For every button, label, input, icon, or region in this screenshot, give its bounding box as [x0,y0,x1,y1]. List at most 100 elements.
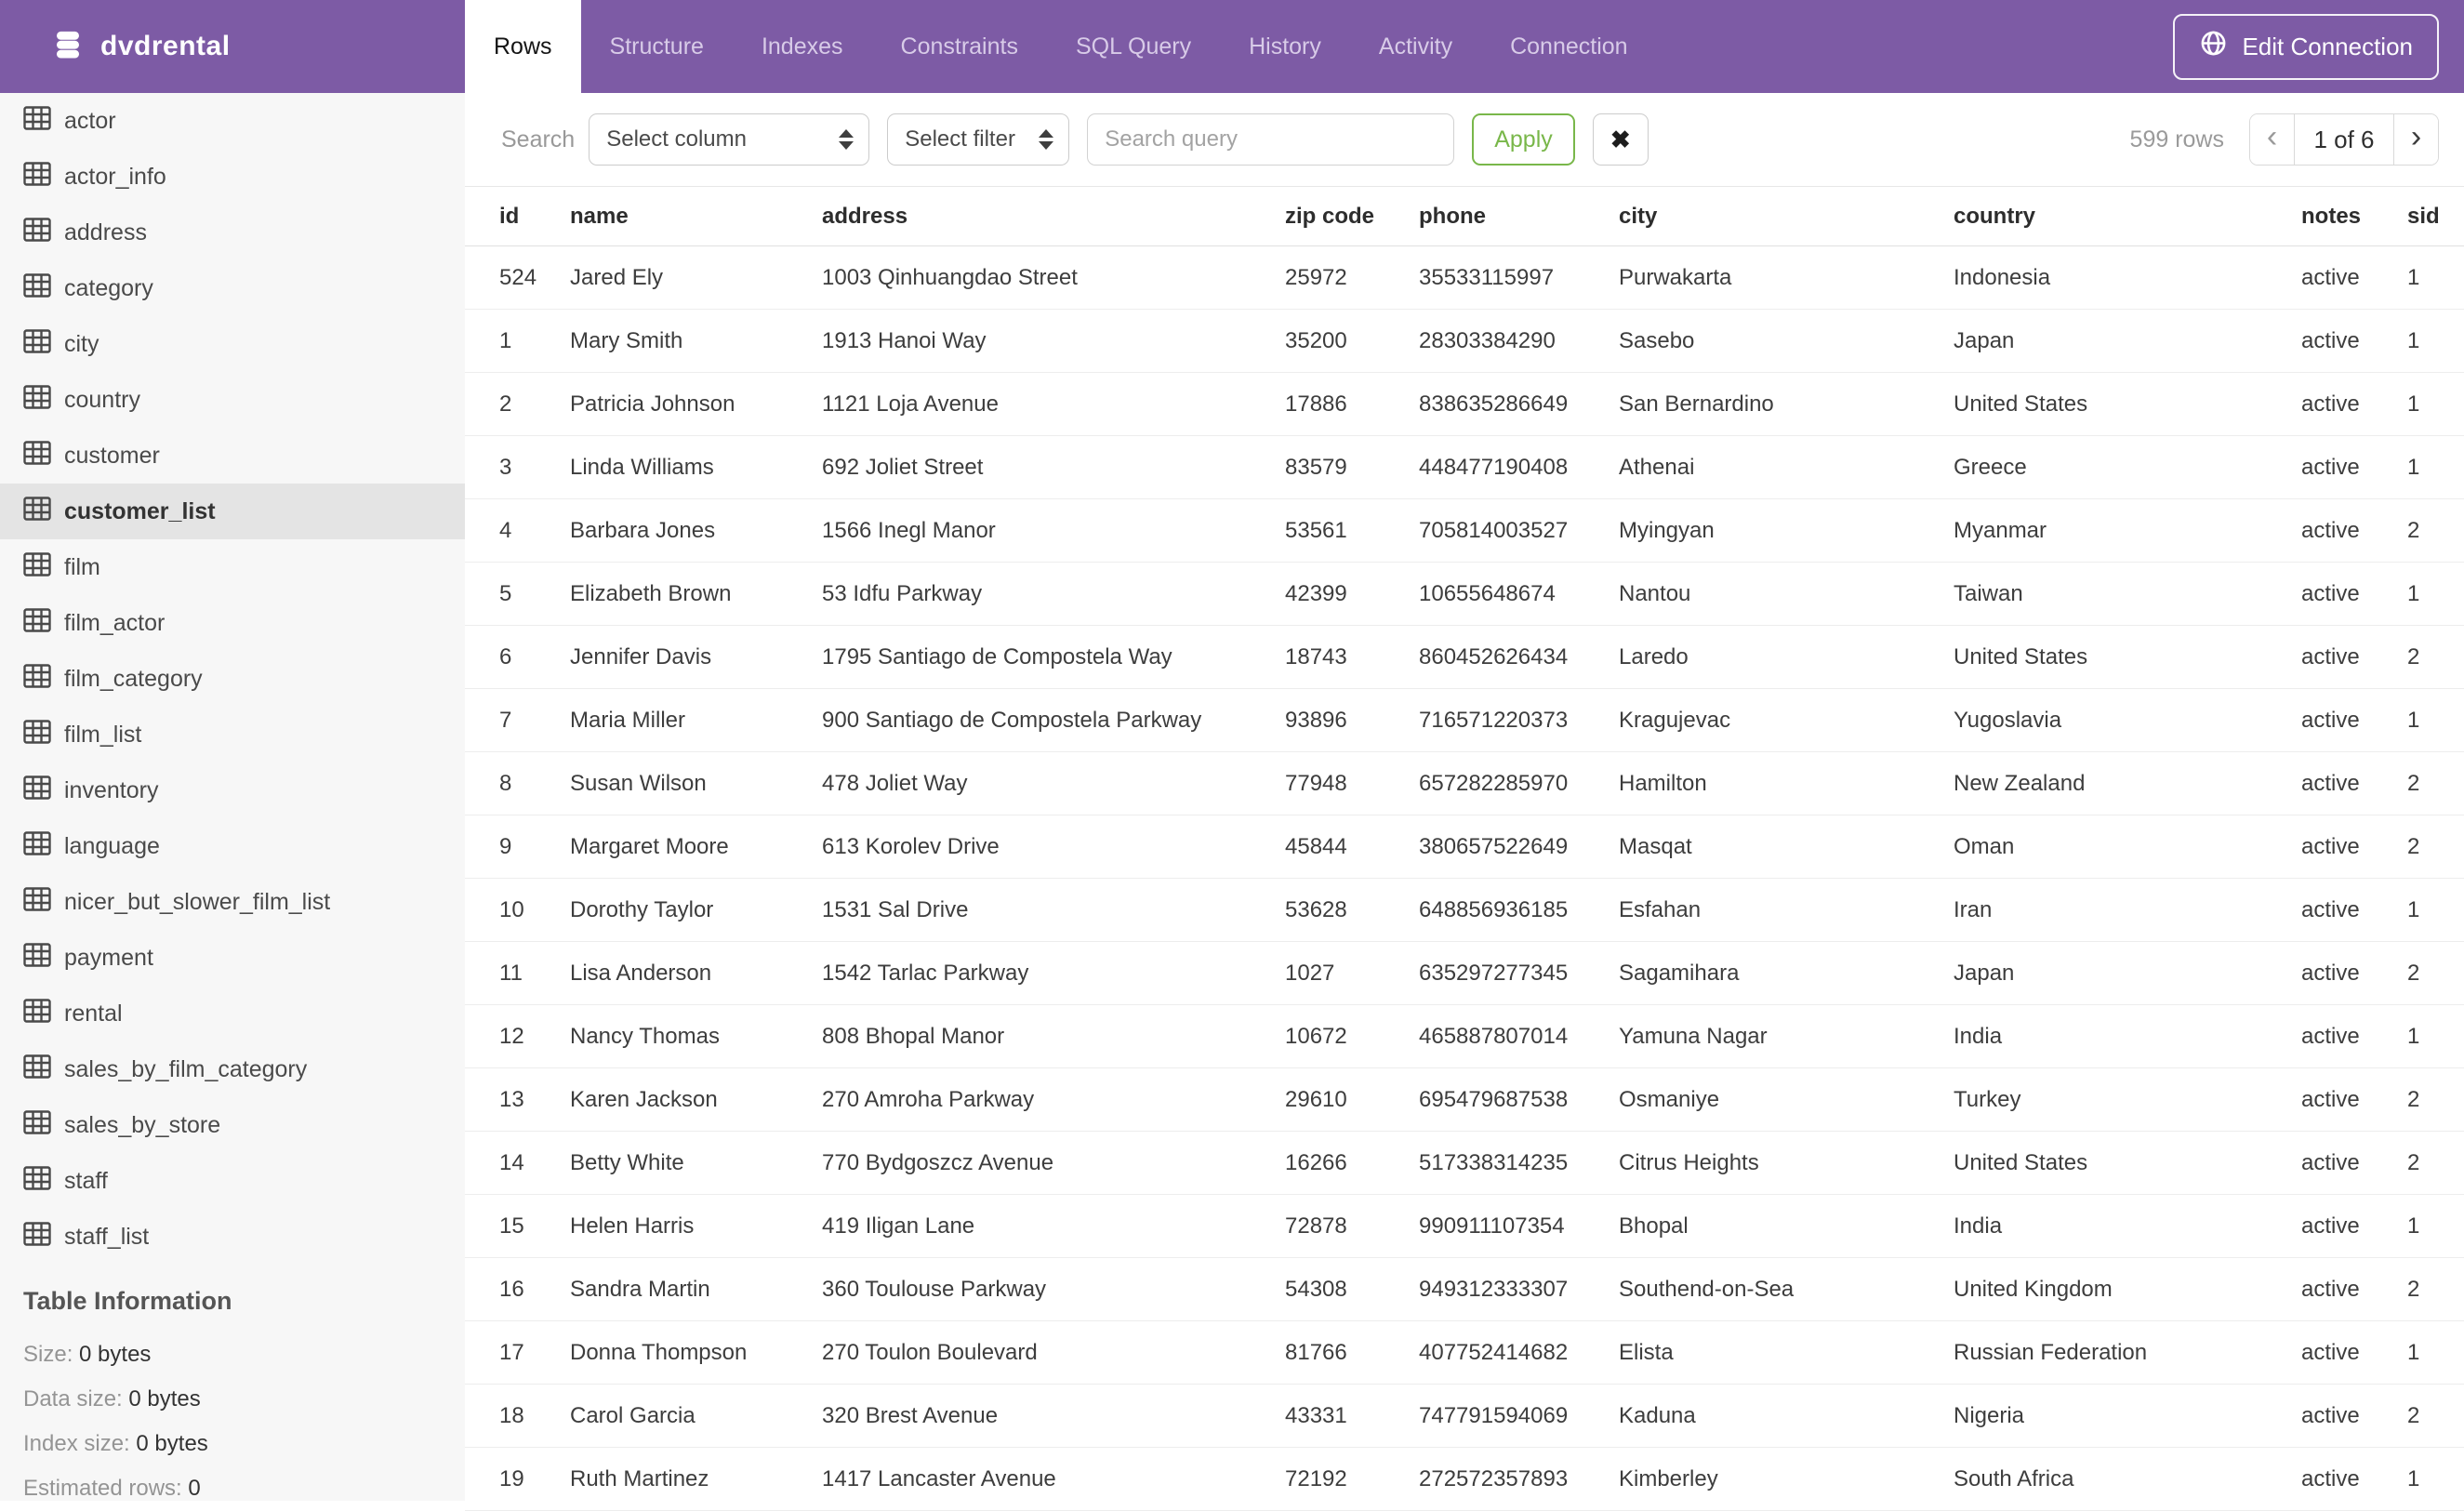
table-cell: India [1954,1194,2301,1258]
filter-select[interactable]: Select filter [887,113,1070,166]
sidebar-item-film[interactable]: film [0,539,465,595]
table-cell: Oman [1954,815,2301,879]
table-cell: 18 [465,1384,570,1448]
column-header-notes[interactable]: notes [2301,186,2407,246]
edit-connection-button[interactable]: Edit Connection [2173,13,2439,80]
sidebar-item-staff[interactable]: staff [0,1153,465,1209]
column-header-city[interactable]: city [1619,186,1954,246]
table-icon [23,886,51,918]
column-header-phone[interactable]: phone [1419,186,1619,246]
table-row[interactable]: 15 Helen Harris 419 Iligan Lane 72878 990911… [465,1194,2464,1258]
prev-page-button[interactable]: ‹ [2250,114,2295,165]
rows-count: 599 rows [2129,126,2224,152]
tab-structure[interactable]: Structure [581,0,733,93]
column-header-zip-code[interactable]: zip code [1285,186,1419,246]
table-icon [23,663,51,695]
table-cell: 16 [465,1257,570,1321]
tab-connection[interactable]: Connection [1481,0,1656,93]
sidebar-item-inventory[interactable]: inventory [0,762,465,818]
table-cell: 613 Korolev Drive [822,815,1285,879]
table-row[interactable]: 1 Mary Smith 1913 Hanoi Way 35200 2830338429… [465,309,2464,373]
table-name-label: staff_list [64,1223,150,1250]
table-cell: Kragujevac [1619,688,1954,752]
table-cell: 320 Brest Avenue [822,1384,1285,1448]
table-cell: 448477190408 [1419,435,1619,499]
sidebar-item-rental[interactable]: rental [0,986,465,1041]
tab-indexes[interactable]: Indexes [733,0,872,93]
table-row[interactable]: 10 Dorothy Taylor 1531 Sal Drive 53628 64885… [465,878,2464,942]
table-row[interactable]: 2 Patricia Johnson 1121 Loja Avenue 17886 83… [465,372,2464,436]
tab-sql-query[interactable]: SQL Query [1047,0,1220,93]
table-row[interactable]: 7 Maria Miller 900 Santiago de Compostela … [465,688,2464,752]
table-row[interactable]: 16 Sandra Martin 360 Toulouse Parkway 54308… [465,1257,2464,1321]
table-icon [23,942,51,974]
column-header-name[interactable]: name [570,186,822,246]
table-cell: 15 [465,1194,570,1258]
table-row[interactable]: 8 Susan Wilson 478 Joliet Way 77948 65728228… [465,751,2464,815]
table-row[interactable]: 524 Jared Ely 1003 Qinhuangdao Street 25972… [465,245,2464,310]
table-icon [23,719,51,750]
sidebar-item-film-list[interactable]: film_list [0,707,465,762]
table-cell: active [2301,435,2407,499]
sidebar-item-payment[interactable]: payment [0,930,465,986]
table-row[interactable]: 18 Carol Garcia 320 Brest Avenue 43331 74779… [465,1384,2464,1448]
table-icon [23,272,51,304]
tab-activity[interactable]: Activity [1350,0,1481,93]
table-cell: Masqat [1619,815,1954,879]
table-name-label: sales_by_store [64,1111,221,1138]
table-row[interactable]: 14 Betty White 770 Bydgoszcz Avenue 16266 51… [465,1131,2464,1195]
sidebar-item-actor[interactable]: actor [0,93,465,149]
table-cell: 1 [2407,562,2464,626]
table-name-label: city [64,330,99,357]
rows-table: id name address zip code phone city country not… [465,186,2464,1511]
table-row[interactable]: 19 Ruth Martinez 1417 Lancaster Avenue 7219… [465,1447,2464,1511]
table-row[interactable]: 11 Lisa Anderson 1542 Tarlac Parkway 1027 63… [465,941,2464,1005]
sidebar-item-staff-list[interactable]: staff_list [0,1209,465,1265]
column-header-address[interactable]: address [822,186,1285,246]
info-index-size-: Index size: 0 bytes [23,1431,208,1456]
sidebar-item-film-actor[interactable]: film_actor [0,595,465,651]
sidebar-item-city[interactable]: city [0,316,465,372]
sidebar-item-country[interactable]: country [0,372,465,428]
table-cell: 7 [465,688,570,752]
column-header-country[interactable]: country [1954,186,2301,246]
table-row[interactable]: 5 Elizabeth Brown 53 Idfu Parkway 42399 1065… [465,562,2464,626]
table-row[interactable]: 13 Karen Jackson 270 Amroha Parkway 29610 69… [465,1067,2464,1132]
sidebar-item-nicer-but-slower-film-list[interactable]: nicer_but_slower_film_list [0,874,465,930]
next-page-button[interactable]: › [2393,114,2438,165]
tab-history[interactable]: History [1220,0,1350,93]
filter-select-value: Select filter [905,126,1015,152]
table-row[interactable]: 3 Linda Williams 692 Joliet Street 83579 448… [465,435,2464,499]
table-cell: Russian Federation [1954,1320,2301,1385]
table-name-label: rental [64,1000,123,1027]
apply-button[interactable]: Apply [1472,113,1575,166]
table-cell: Myingyan [1619,498,1954,563]
table-cell: 2 [2407,498,2464,563]
table-cell: 53 Idfu Parkway [822,562,1285,626]
search-query-input[interactable] [1087,113,1455,166]
tab-rows[interactable]: Rows [465,0,581,93]
table-row[interactable]: 6 Jennifer Davis 1795 Santiago de Composte… [465,625,2464,689]
sidebar-item-customer[interactable]: customer [0,428,465,484]
tab-constraints[interactable]: Constraints [872,0,1047,93]
column-header-sid[interactable]: sid [2407,186,2464,246]
sidebar-item-sales-by-film-category[interactable]: sales_by_film_category [0,1041,465,1097]
sidebar-item-language[interactable]: language [0,818,465,874]
sidebar-item-film-category[interactable]: film_category [0,651,465,707]
column-select[interactable]: Select column [589,113,870,166]
table-row[interactable]: 17 Donna Thompson 270 Toulon Boulevard 8176… [465,1320,2464,1385]
table-cell: Elista [1619,1320,1954,1385]
sidebar-item-actor-info[interactable]: actor_info [0,149,465,205]
table-name-label: film_actor [64,609,166,636]
sidebar-item-customer-list[interactable]: customer_list [0,484,465,539]
table-row[interactable]: 4 Barbara Jones 1566 Inegl Manor 53561 70581… [465,498,2464,563]
sidebar-item-sales-by-store[interactable]: sales_by_store [0,1097,465,1153]
column-header-id[interactable]: id [465,186,570,246]
sidebar-item-category[interactable]: category [0,260,465,316]
sidebar-item-address[interactable]: address [0,205,465,260]
table-row[interactable]: 12 Nancy Thomas 808 Bhopal Manor 10672 46588… [465,1004,2464,1068]
table-row[interactable]: 9 Margaret Moore 613 Korolev Drive 45844 380… [465,815,2464,879]
table-cell: 838635286649 [1419,372,1619,436]
table-name-label: address [64,219,147,245]
clear-search-button[interactable]: ✖ [1592,113,1649,166]
